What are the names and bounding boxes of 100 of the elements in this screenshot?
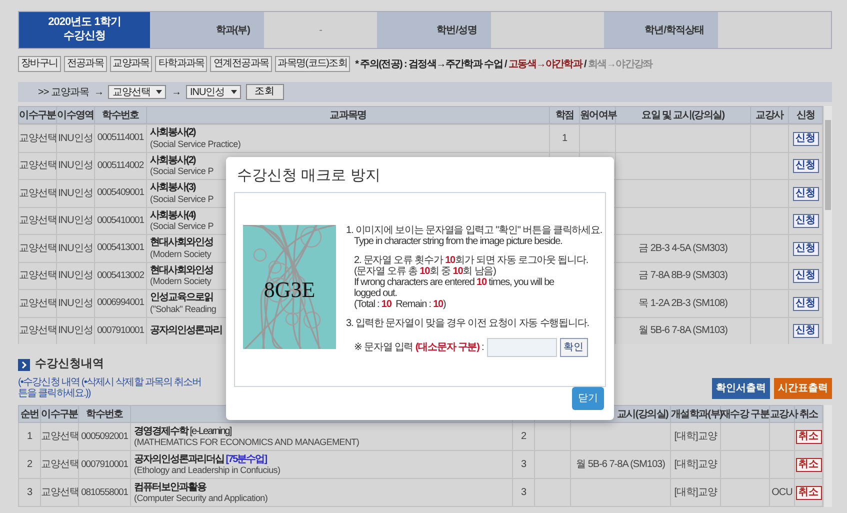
table-cell: INU인성: [56, 262, 94, 290]
menu-button[interactable]: 전공과목: [64, 56, 107, 72]
table-cell: INU인성: [56, 290, 94, 317]
table-cell: 2: [18, 450, 40, 479]
table-cell: 교양선택: [18, 290, 56, 317]
course-subtitle: (Social Service Practice): [150, 138, 241, 150]
table-cell: 교양선택: [40, 422, 78, 451]
breadcrumb-text: >> 교양과목: [38, 86, 89, 100]
column-header: 이수구분: [18, 106, 56, 124]
table-cell: 교양선택: [18, 317, 56, 344]
table-cell: 0005410001: [94, 207, 146, 234]
course-subtitle: (Modern Society: [150, 276, 212, 287]
title-label: 수강신청: [64, 30, 106, 44]
search-button[interactable]: 조회: [246, 84, 284, 100]
table-cell: 목 1-2A 2B-3 (SM108): [616, 290, 750, 317]
table-cell: 월 5B-6 7-8A (SM103): [570, 450, 670, 479]
table-cell: [대학]교양: [670, 422, 720, 451]
table-cell: OCU: [770, 478, 794, 507]
course-subtitle: (Social Service P: [150, 194, 214, 204]
note-text: (•수강신청 내역 (•삭제시 삭제할 과목의 취소버튼을 클릭하세요.)): [18, 377, 202, 400]
table-cell: INU인성: [56, 124, 94, 152]
apply-button[interactable]: 신청: [792, 132, 818, 146]
table-cell: 0005413001: [94, 234, 146, 262]
cancel-button[interactable]: 취소: [796, 486, 822, 500]
dropdown[interactable]: 교양선택: [108, 85, 166, 99]
table-cell: [대학]교양: [670, 478, 720, 507]
apply-button[interactable]: 신청: [792, 242, 818, 256]
apply-button[interactable]: 신청: [792, 214, 818, 228]
table-cell: 2: [512, 422, 534, 451]
menu-button[interactable]: 과목명(코드)조회: [274, 56, 350, 72]
menu-button[interactable]: 타학과과목: [155, 56, 208, 72]
course-title: 경영경제수학 [e-Learning]: [134, 426, 232, 438]
table-cell: 3: [512, 478, 534, 507]
table-cell: INU인성: [56, 207, 94, 234]
apply-button[interactable]: 신청: [792, 269, 818, 284]
course-title: 사회봉사(4): [150, 210, 196, 222]
table-cell: 교양선택: [18, 152, 56, 180]
table-cell: 0007910001: [94, 317, 146, 344]
course-subtitle: (Social Service P: [150, 221, 214, 232]
menu-button[interactable]: 연계전공과목: [210, 56, 272, 72]
instruction-text: 1. 이미지에 보이는 문자열을 입력고 "확인" 버튼을 클릭하세요.: [346, 225, 602, 236]
arrow-text: →: [94, 86, 104, 100]
course-title: 공자의인성론과리: [150, 325, 222, 336]
chevron-icon: [18, 358, 30, 371]
course-title: 사회봉사(2): [150, 154, 196, 166]
table-cell: 교양선택: [18, 234, 56, 262]
table-cell: [720, 478, 770, 507]
print-button[interactable]: 확인서출력: [712, 378, 770, 400]
captcha-input-field[interactable]: [486, 338, 557, 357]
table-cell: [534, 478, 570, 507]
dropdown[interactable]: INU인성: [186, 85, 241, 99]
course-title: 컴퓨터보안과활용: [134, 482, 206, 494]
table-cell: 교양선택: [18, 124, 56, 152]
table-cell: 금 7-8A 8B-9 (SM303): [616, 262, 750, 290]
column-header: 학수번호: [94, 106, 146, 124]
caret-icon: [230, 90, 237, 94]
table-cell: INU인성: [56, 317, 94, 344]
apply-button[interactable]: 신청: [792, 324, 818, 338]
column-header: 신청: [788, 106, 822, 124]
scrollbar[interactable]: [823, 106, 832, 344]
field-label: 학번/성명: [377, 12, 491, 48]
caret-icon: [156, 90, 162, 94]
instruction-text: If wrong characters are entered 10 times, you will be: [353, 277, 556, 288]
column-header: 교과목명: [146, 106, 550, 124]
course-title: 인성교육으로읽: [150, 292, 213, 304]
menu-button[interactable]: 장바구니: [18, 56, 61, 72]
confirm-button[interactable]: 확인: [560, 338, 588, 357]
table-cell: 교양선택: [18, 207, 56, 234]
cancel-button[interactable]: 취소: [796, 430, 822, 444]
column-header: 학점: [550, 106, 580, 124]
table-cell: 1: [550, 124, 580, 152]
course-subtitle: (Social Service P: [150, 166, 214, 177]
apply-button[interactable]: 신청: [792, 186, 818, 201]
menu-button[interactable]: 교양과목: [110, 56, 152, 72]
table-cell: [720, 422, 770, 451]
apply-button[interactable]: 신청: [792, 159, 818, 174]
notice-text: * 주의(전공) : 검정색→주간학과 수업 / 고동색→야간학과 / 회색→야간강좌: [355, 58, 652, 72]
table-cell: 0005114001: [94, 124, 146, 152]
apply-button[interactable]: 신청: [792, 296, 818, 311]
column-header: 이수영역: [56, 106, 94, 124]
instruction-text: 3. 입력한 문자열이 맞을 경우 이전 요청이 자동 수행됩니다.: [346, 318, 590, 329]
course-subtitle: (Computer Security and Application): [134, 493, 268, 504]
course-subtitle: ("Sohak" Reading: [150, 304, 216, 314]
table-cell: 금 2B-3 4-5A (SM303): [616, 234, 750, 262]
table-cell: 3: [18, 478, 40, 507]
scrollbar[interactable]: [823, 405, 832, 508]
column-header: 이수구분: [40, 406, 78, 423]
column-header: 순번: [18, 406, 40, 423]
cancel-button[interactable]: 취소: [796, 458, 822, 472]
table-cell: 0007910001: [78, 450, 130, 479]
instruction-text: Type in character string from the image picture beside.: [353, 236, 564, 247]
table-cell: 0810558001: [78, 478, 130, 507]
instruction-text: (문자열 오류 총 10회 중 10회 남음): [353, 266, 497, 277]
column-header: 요일 및 교시(강의실): [616, 106, 750, 124]
table-cell: INU인성: [56, 152, 94, 180]
course-title: 사회봉사(2): [150, 127, 196, 139]
captcha-text: 8G3E: [262, 276, 316, 304]
print-button[interactable]: 시간표출력: [774, 378, 832, 400]
table-cell: 0006994001: [94, 290, 146, 317]
course-title: 현대사회와인성: [150, 264, 213, 276]
